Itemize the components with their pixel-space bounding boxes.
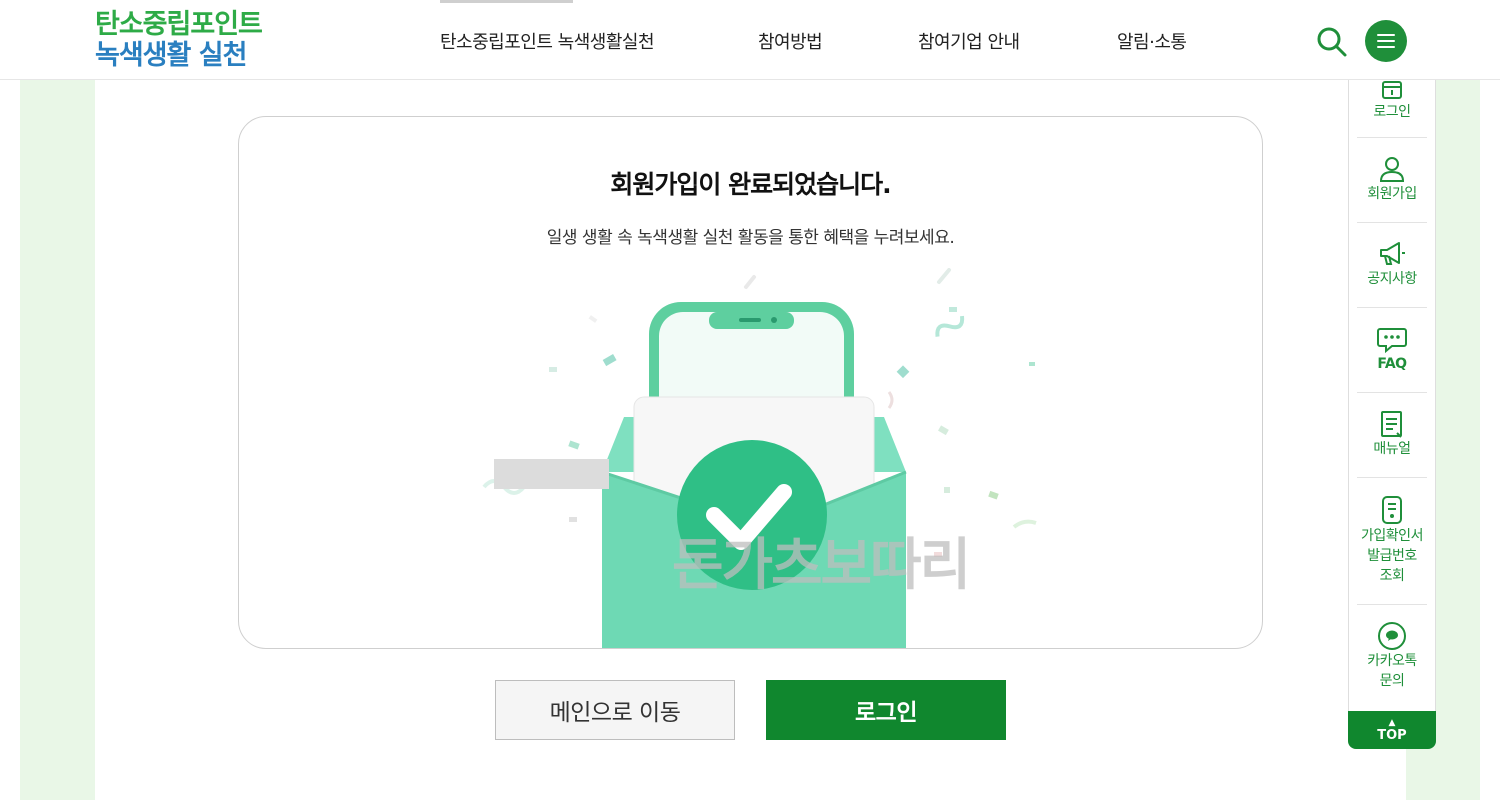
quick-divider [1357,222,1427,223]
page-title: 회원가입이 완료되었습니다. [610,170,891,199]
quick-divider [1357,392,1427,393]
nav-item-how-to[interactable]: 참여방법 [758,28,823,54]
quick-item-label: 카카오톡 문의 [1367,653,1417,689]
quick-item-label: 가입확인서 발급번호 조회 [1361,528,1423,584]
quick-item-label: 공지사항 [1367,271,1417,287]
quick-divider [1357,477,1427,478]
quick-divider [1357,137,1427,138]
hamburger-menu-icon [1377,34,1395,36]
quick-item-login[interactable]: 로그인 [1357,80,1427,122]
chat-icon [1377,328,1407,354]
hamburger-line [1377,40,1395,42]
arrow-up-icon: ▲ [1388,718,1396,728]
hamburger-line [1377,46,1395,48]
quick-menu: 로그인 회원가입 공지사항 FAQ 매뉴얼 가입확인서 발급번호 조회 카카오톡… [1348,80,1436,711]
nav-active-indicator [440,0,573,3]
site-header: 탄소중립포인트 녹색생활 실천 탄소중립포인트 녹색생활실천 참여방법 참여기업… [0,0,1500,80]
page-subtitle: 일생 생활 속 녹색생활 실천 활동을 통한 혜택을 누려보세요. [546,228,955,248]
quick-item-label: 로그인 [1373,104,1411,120]
login-icon [1382,81,1402,99]
scroll-top-button[interactable]: ▲ TOP [1348,711,1436,749]
watermark-text: 돈가츠보따리 [672,533,971,598]
login-button[interactable]: 로그인 [766,680,1006,740]
search-button[interactable] [1314,24,1350,60]
manual-icon [1381,411,1402,438]
menu-button[interactable] [1365,20,1407,62]
top-label: TOP [1377,728,1407,743]
quick-item-label: 회원가입 [1367,186,1417,202]
nav-item-notice[interactable]: 알림·소통 [1117,28,1187,54]
nav-item-green-life[interactable]: 탄소중립포인트 녹색생활실천 [440,28,655,54]
quick-item-label: FAQ [1377,356,1407,372]
quick-item-faq[interactable]: FAQ [1357,324,1427,374]
site-logo[interactable]: 탄소중립포인트 녹색생활 실천 [95,9,263,71]
quick-item-manual[interactable]: 매뉴얼 [1357,409,1427,459]
logo-line-2: 녹색생활 실천 [95,40,247,71]
search-icon [1317,27,1347,57]
redaction-box [494,459,609,489]
kakaotalk-icon [1378,622,1406,650]
megaphone-icon [1380,242,1405,265]
document-icon [1382,496,1402,524]
quick-item-label: 매뉴얼 [1373,441,1411,457]
quick-divider [1357,307,1427,308]
go-main-button[interactable]: 메인으로 이동 [495,680,735,740]
quick-divider [1357,604,1427,605]
logo-line-1: 탄소중립포인트 [95,9,263,40]
quick-item-kakaotalk[interactable]: 카카오톡 문의 [1357,621,1427,691]
nav-item-companies[interactable]: 참여기업 안내 [918,28,1020,54]
user-icon [1379,157,1405,182]
quick-item-certificate-lookup[interactable]: 가입확인서 발급번호 조회 [1357,494,1427,586]
left-background-strip [20,80,95,800]
quick-item-notice[interactable]: 공지사항 [1357,239,1427,289]
quick-item-signup[interactable]: 회원가입 [1357,154,1427,204]
